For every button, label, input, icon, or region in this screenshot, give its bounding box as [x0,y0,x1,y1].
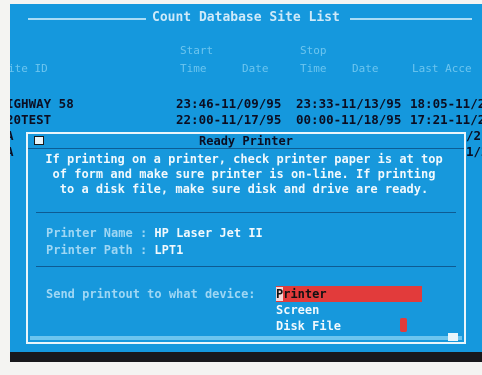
option-label: rinter [283,287,327,301]
printer-path-label: Printer Path [46,243,133,257]
monitor-bezel-edge [10,352,482,362]
cell-last-access: /2 [466,128,482,143]
dialog-title: Ready Printer [199,134,293,148]
cell-last-access: 1/2 [466,144,482,159]
option-label: creen [283,303,320,317]
message-line: If printing on a printer, check printer … [45,152,443,166]
list-title-bar: Count Database Site List [10,10,482,26]
column-header-start-date: Date [242,62,269,75]
title-rule-right [350,18,472,20]
option-screen[interactable]: Screen [276,302,422,318]
message-line: of form and make sure printer is on-line… [52,167,436,181]
printer-path-value: LPT1 [154,243,184,257]
text-cursor-icon [400,318,407,332]
printer-name-field: Printer Name : HP Laser Jet II [46,226,263,240]
cell-stop: 00:00-11/18/95 [296,112,402,127]
cell-site: 20TEST [10,112,52,127]
scroll-arrow-icon[interactable] [448,333,458,341]
cell-last-access: 17:21-11/2 [410,112,482,127]
separator: : [139,243,148,257]
printer-name-label: Printer Name [46,226,133,240]
cell-start: 22:00-11/17/95 [176,112,282,127]
message-line: to a disk file, make sure disk and drive… [59,182,429,196]
dialog-bottom-scrollbar[interactable] [30,336,462,340]
cell-start: 23:46-11/09/95 [176,96,282,111]
column-header-start-time: Time [180,62,207,75]
cell-site: IGHWAY 58 [10,96,74,111]
column-header-start: Start [180,44,214,57]
column-header-stop: Stop [300,44,327,57]
dialog-title-bar: Ready Printer [28,134,464,149]
dialog-message: If printing on a printer, check printer … [38,152,450,197]
ready-printer-dialog: Ready Printer If printing on a printer, … [26,132,466,344]
column-header-last-access: Last Acce [412,62,472,75]
separator: : [139,226,148,240]
cell-stop: 23:33-11/13/95 [296,96,402,111]
column-header-stop-time: Time [300,62,327,75]
dos-screen: Count Database Site List ite ID Start Ti… [10,4,482,352]
printer-name-value: HP Laser Jet II [154,226,263,240]
printer-path-field: Printer Path : LPT1 [46,243,183,257]
list-title: Count Database Site List [152,10,340,25]
title-rule-left [28,18,146,20]
send-device-label: Send printout to what device: [46,287,256,301]
cell-site: A [10,144,14,159]
divider [36,266,456,267]
cell-last-access: 18:05-11/2 [410,96,482,111]
cell-site: A [10,128,14,143]
column-header-site-id: ite ID [10,62,48,75]
option-printer[interactable]: Printer [276,286,422,302]
column-header-stop-date: Date [352,62,379,75]
divider [36,212,456,213]
option-label: isk File [283,319,342,333]
